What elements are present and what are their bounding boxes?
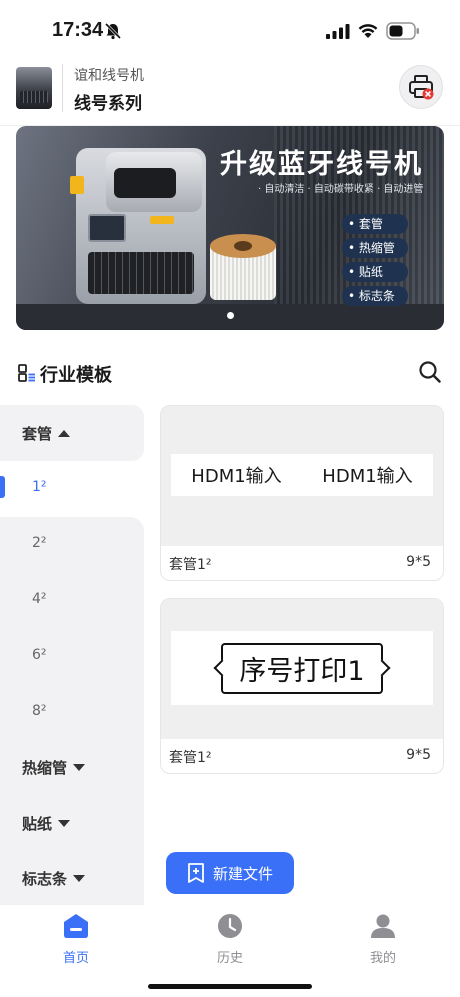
label-preview-strip: HDM1输入 HDM1输入 [171,454,433,496]
template-name: 套管1² [169,750,212,766]
banner-subtitle: · 自动清洁 · 自动碳带收紧 · 自动进管 [258,184,424,195]
caret-up-icon [58,430,71,437]
battery-icon [386,22,419,40]
caret-down-icon [58,820,71,827]
banner-feature-list: • 套管 • 热缩管 • 贴纸 • 标志条 [342,214,408,310]
home-icon [64,914,88,938]
clock-icon [218,914,242,938]
new-file-button[interactable]: 新建文件 [166,852,294,894]
preview-text: HDM1输入 [191,466,282,487]
tab-home[interactable]: 首页 [26,913,126,969]
brand-subtitle: 谊和线号机 [74,68,144,84]
category-label: 套管 [22,423,71,444]
tab-label: 首页 [62,951,89,966]
subcategory-item-1[interactable]: 1² [0,461,144,517]
bell-off-icon [104,22,122,40]
banner-feature-chip: • 贴纸 [342,262,408,282]
template-name: 套管1² [169,557,212,573]
category-heat-shrink[interactable]: 热缩管 [0,739,144,795]
category-marker-strip[interactable]: 标志条 [0,850,144,906]
new-file-label: 新建文件 [212,864,273,883]
caret-down-icon [73,764,86,771]
label-preview-strip: 序号打印1 [171,631,433,705]
category-label-text: 热缩管 [22,759,68,777]
label-printer-illustration [70,148,206,304]
cellular-signal-icon [326,24,350,39]
category-sticker[interactable]: 贴纸 [0,795,144,851]
tube-spool-illustration [210,234,276,304]
user-icon [371,914,395,938]
template-list-icon [18,364,35,382]
section-title: 行业模板 [40,365,112,386]
preview-text: 序号打印1 [221,642,383,694]
subcategory-item-4[interactable]: 4² [0,573,144,629]
tab-label: 我的 [369,951,396,966]
category-label: 贴纸 [22,813,71,834]
brand-title[interactable]: 线号系列 [74,89,142,114]
carousel-page-indicator[interactable] [227,312,234,319]
subcategory-label: 4² [32,591,47,607]
status-time: 17:34 [52,19,104,41]
category-label: 热缩管 [22,757,86,778]
category-label-text: 标志条 [22,870,68,888]
template-size: 9*5 [406,554,431,570]
tab-history[interactable]: 历史 [180,913,280,969]
device-thumbnail[interactable] [16,67,52,109]
template-preview: 序号打印1 [161,599,443,739]
subcategory-label: 8² [32,703,47,719]
promo-banner[interactable]: 升级蓝牙线号机 · 自动清洁 · 自动碳带收紧 · 自动进管 • 套管 • 热缩… [16,126,444,330]
template-preview: HDM1输入 HDM1输入 [161,406,443,546]
subcategory-item-2[interactable]: 2² [0,517,144,573]
banner-feature-chip: • 热缩管 [342,238,408,258]
template-size: 9*5 [406,747,431,763]
home-indicator[interactable] [148,984,312,989]
subcategory-item-8[interactable]: 8² [0,685,144,741]
subcategory-label: 2² [32,535,47,551]
category-sleeve[interactable]: 套管 [0,405,144,461]
header-divider [62,64,63,112]
template-card[interactable]: 序号打印1 套管1² 9*5 [160,598,444,774]
subcategory-label: 1² [32,479,47,495]
subcategory-item-6[interactable]: 6² [0,629,144,685]
banner-feature-chip: • 标志条 [342,286,408,306]
banner-feature-chip: • 套管 [342,214,408,234]
category-label-text: 套管 [22,425,53,443]
caret-down-icon [73,875,86,882]
category-label-text: 贴纸 [22,815,53,833]
printer-disconnected-icon [409,75,434,100]
app-header: 谊和线号机 线号系列 [0,62,460,126]
tab-profile[interactable]: 我的 [333,913,433,969]
new-document-icon [188,863,204,883]
wifi-icon [358,24,378,38]
preview-text: HDM1输入 [322,466,413,487]
template-card[interactable]: HDM1输入 HDM1输入 套管1² 9*5 [160,405,444,581]
banner-title: 升级蓝牙线号机 [220,149,423,180]
status-bar: 17:34 [0,0,460,62]
category-sidebar: 套管 1² 2² 4² 6² 8² 热缩管 贴纸 标志条 [0,405,144,905]
section-header: 行业模板 [18,358,442,388]
subcategory-label: 6² [32,647,47,663]
category-label: 标志条 [22,868,86,889]
printer-status-button[interactable] [399,65,443,109]
tab-label: 历史 [216,951,243,966]
selected-indicator [0,476,5,498]
search-icon[interactable] [418,360,442,384]
